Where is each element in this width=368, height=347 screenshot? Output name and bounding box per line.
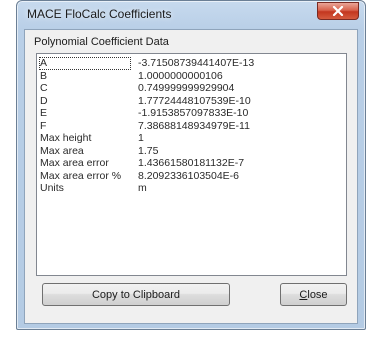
- copy-button-label: Copy to Clipboard: [91, 288, 181, 301]
- coefficient-value: 1.75: [138, 144, 159, 157]
- list-item[interactable]: Max area error % 8.2092336103504E-6: [37, 170, 346, 183]
- coefficient-name: D: [40, 94, 48, 107]
- list-item[interactable]: Max area error 1.43661580181132E-7: [37, 157, 346, 170]
- coefficient-value: 0.749999999929904: [138, 82, 235, 94]
- close-label-rest: lose: [307, 288, 328, 301]
- list-item[interactable]: A -3.71508739441407E-13: [37, 57, 346, 70]
- list-item[interactable]: Units m: [37, 182, 346, 195]
- coefficient-value: 1: [138, 132, 144, 144]
- coefficient-value: 1.77724448107539E-10: [138, 94, 251, 107]
- list-item[interactable]: B 1.0000000000106: [37, 70, 346, 83]
- coefficient-value: -3.71508739441407E-13: [138, 57, 255, 69]
- list-item[interactable]: Max height 1: [37, 132, 346, 145]
- coefficient-name: C: [40, 82, 48, 94]
- coefficient-value: 1.43661580181132E-7: [138, 157, 245, 169]
- coefficient-name: E: [40, 107, 48, 119]
- window-close-button[interactable]: [317, 2, 359, 20]
- title-bar[interactable]: MACE FloCalc Coefficients: [17, 1, 365, 29]
- group-label: Polynomial Coefficient Data: [34, 36, 169, 48]
- coefficient-name: Units: [40, 182, 64, 194]
- list-item[interactable]: C 0.749999999929904: [37, 82, 346, 95]
- coefficient-name: Max height: [40, 132, 92, 144]
- close-button-label: Close: [299, 289, 327, 301]
- coefficient-name: Max area: [40, 144, 84, 157]
- close-x-icon: [332, 6, 344, 16]
- coefficient-name: Max area error: [40, 157, 109, 169]
- list-item[interactable]: D 1.77724448107539E-10: [37, 95, 346, 108]
- coefficient-name: B: [40, 69, 48, 82]
- window-title: MACE FloCalc Coefficients: [27, 7, 172, 21]
- dialog-client-area: Polynomial Coefficient Data A -3.71508739…: [24, 29, 358, 324]
- coefficient-value: 8.2092336103504E-6: [138, 169, 240, 182]
- copy-to-clipboard-button[interactable]: Copy to Clipboard: [42, 283, 230, 306]
- coefficient-name: A: [39, 57, 131, 70]
- coefficient-value: -1.9153857097833E-10: [138, 107, 249, 119]
- list-item[interactable]: Max area 1.75: [37, 145, 346, 158]
- coefficient-name: F: [40, 119, 47, 132]
- coefficient-value: 1.0000000000106: [138, 69, 223, 82]
- list-item[interactable]: F 7.38688148934979E-11: [37, 120, 346, 133]
- close-button[interactable]: Close: [280, 283, 347, 306]
- list-item[interactable]: E -1.9153857097833E-10: [37, 107, 346, 120]
- coefficient-value: m: [138, 182, 147, 194]
- coefficients-dialog: MACE FloCalc Coefficients Polynomial Coe…: [16, 0, 366, 330]
- coefficient-name: Max area error %: [40, 169, 122, 182]
- coefficient-list[interactable]: A -3.71508739441407E-13 B 1.0000000000106 C 0…: [36, 53, 347, 276]
- coefficient-value: 7.38688148934979E-11: [138, 119, 250, 132]
